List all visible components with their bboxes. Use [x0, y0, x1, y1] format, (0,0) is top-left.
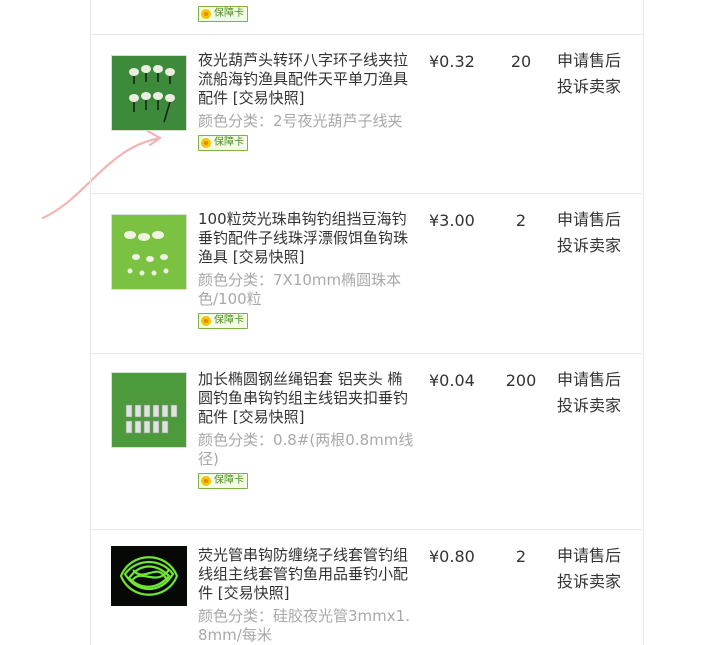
product-title[interactable]: 荧光管串钩防缠绕子线套管钓组线组主线套管钓鱼用品垂钓小配件 [交易快照] [198, 546, 414, 603]
complain-seller-link[interactable]: 投诉卖家 [557, 393, 633, 419]
operations: 申请售后 投诉卖家 [557, 367, 633, 419]
quantity: 2 [515, 547, 527, 566]
operations: 申请售后 投诉卖家 [557, 48, 633, 100]
price: ¥3.00 [429, 211, 475, 230]
request-after-sale-link[interactable]: 申请售后 [557, 543, 633, 569]
operations: 申请售后 投诉卖家 [557, 207, 633, 259]
operations: 申请售后 投诉卖家 [557, 543, 633, 595]
quantity: 200 [505, 371, 537, 390]
order-items-table: 保障卡 夜光葫芦头转环八字环子线夹拉流船海钓渔具配件天平单刀渔具配件 [交易快照… [90, 0, 644, 645]
quantity: 20 [510, 52, 532, 71]
complain-seller-link[interactable]: 投诉卖家 [557, 569, 633, 595]
snapshot-link[interactable]: [交易快照] [233, 408, 305, 426]
guarantee-card-badge[interactable]: 保障卡 [198, 6, 248, 22]
complain-seller-link[interactable]: 投诉卖家 [557, 233, 633, 259]
product-info: 加长椭圆钢丝绳铝套 铝夹头 椭圆钓鱼串钩钓组主线铝夹扣垂钓配件 [交易快照] 颜… [198, 370, 414, 491]
sku-text: 颜色分类：0.8#(两根0.8mm线径) [198, 431, 414, 468]
sku-text: 颜色分类：7X10mm椭圆珠本色/100粒 [198, 271, 402, 308]
flower-icon [201, 476, 211, 486]
table-row: 夜光葫芦头转环八字环子线夹拉流船海钓渔具配件天平单刀渔具配件 [交易快照] 颜色… [91, 35, 643, 194]
product-image [112, 373, 186, 447]
price: ¥0.04 [429, 371, 475, 390]
product-thumbnail[interactable] [111, 214, 187, 290]
table-row: 100粒荧光珠串钩钓组挡豆海钓垂钓配件子线珠浮漂假饵鱼钩珠渔具 [交易快照] 颜… [91, 194, 643, 354]
complain-seller-link[interactable]: 投诉卖家 [557, 74, 633, 100]
order-page: 保障卡 夜光葫芦头转环八字环子线夹拉流船海钓渔具配件天平单刀渔具配件 [交易快照… [0, 0, 720, 645]
flower-icon [201, 9, 211, 19]
table-row: 荧光管串钩防缠绕子线套管钓组线组主线套管钓鱼用品垂钓小配件 [交易快照] 颜色分… [91, 530, 643, 645]
sku-text: 颜色分类：2号夜光葫芦子线夹 [198, 112, 403, 130]
product-info: 夜光葫芦头转环八字环子线夹拉流船海钓渔具配件天平单刀渔具配件 [交易快照] 颜色… [198, 51, 414, 153]
sku-text: 颜色分类：硅胶夜光管3mmx1.8mm/每米 [198, 607, 410, 644]
product-title[interactable]: 100粒荧光珠串钩钓组挡豆海钓垂钓配件子线珠浮漂假饵鱼钩珠渔具 [交易快照] [198, 210, 414, 267]
guarantee-card-badge[interactable]: 保障卡 [198, 313, 248, 329]
snapshot-link[interactable]: [交易快照] [218, 584, 290, 602]
product-thumbnail[interactable] [111, 55, 187, 131]
product-title[interactable]: 夜光葫芦头转环八字环子线夹拉流船海钓渔具配件天平单刀渔具配件 [交易快照] [198, 51, 414, 108]
guarantee-card-badge[interactable]: 保障卡 [198, 135, 248, 151]
product-thumbnail[interactable] [111, 372, 187, 448]
request-after-sale-link[interactable]: 申请售后 [557, 48, 633, 74]
request-after-sale-link[interactable]: 申请售后 [557, 207, 633, 233]
price: ¥0.32 [429, 52, 475, 71]
snapshot-link[interactable]: [交易快照] [233, 248, 305, 266]
quantity: 2 [515, 211, 527, 230]
price: ¥0.80 [429, 547, 475, 566]
snapshot-link[interactable]: [交易快照] [233, 89, 305, 107]
product-info: 荧光管串钩防缠绕子线套管钓组线组主线套管钓鱼用品垂钓小配件 [交易快照] 颜色分… [198, 546, 414, 645]
product-image [112, 56, 186, 130]
flower-icon [201, 316, 211, 326]
product-title[interactable]: 加长椭圆钢丝绳铝套 铝夹头 椭圆钓鱼串钩钓组主线铝夹扣垂钓配件 [交易快照] [198, 370, 414, 427]
guarantee-card-badge[interactable]: 保障卡 [198, 473, 248, 489]
flower-icon [201, 138, 211, 148]
product-info: 100粒荧光珠串钩钓组挡豆海钓垂钓配件子线珠浮漂假饵鱼钩珠渔具 [交易快照] 颜… [198, 210, 414, 331]
product-image [111, 546, 187, 606]
request-after-sale-link[interactable]: 申请售后 [557, 367, 633, 393]
product-thumbnail[interactable] [111, 546, 187, 622]
table-row: 加长椭圆钢丝绳铝套 铝夹头 椭圆钓鱼串钩钓组主线铝夹扣垂钓配件 [交易快照] 颜… [91, 354, 643, 530]
product-image [112, 215, 186, 289]
table-row-partial: 保障卡 [91, 0, 643, 35]
